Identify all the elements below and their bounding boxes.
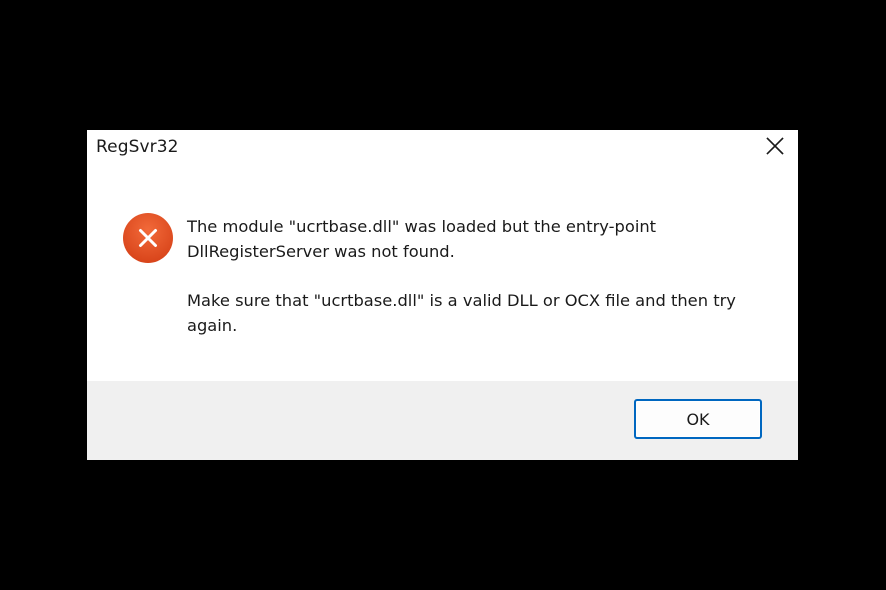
message-secondary: Make sure that "ucrtbase.dll" is a valid…: [187, 291, 736, 335]
error-message: The module "ucrtbase.dll" was loaded but…: [187, 214, 767, 338]
dialog-title: RegSvr32: [96, 137, 179, 157]
close-icon: [766, 137, 784, 155]
ok-button[interactable]: OK: [634, 399, 762, 439]
error-icon: [122, 212, 174, 264]
desktop-backdrop: RegSvr32 The module "ucrtbase.dll" was l…: [0, 0, 886, 590]
title-bar[interactable]: RegSvr32: [87, 130, 798, 162]
button-bar: OK: [87, 381, 798, 460]
error-dialog: RegSvr32 The module "ucrtbase.dll" was l…: [87, 130, 798, 460]
message-primary: The module "ucrtbase.dll" was loaded but…: [187, 217, 657, 261]
close-button[interactable]: [752, 130, 798, 162]
dialog-content: The module "ucrtbase.dll" was loaded but…: [87, 162, 798, 381]
